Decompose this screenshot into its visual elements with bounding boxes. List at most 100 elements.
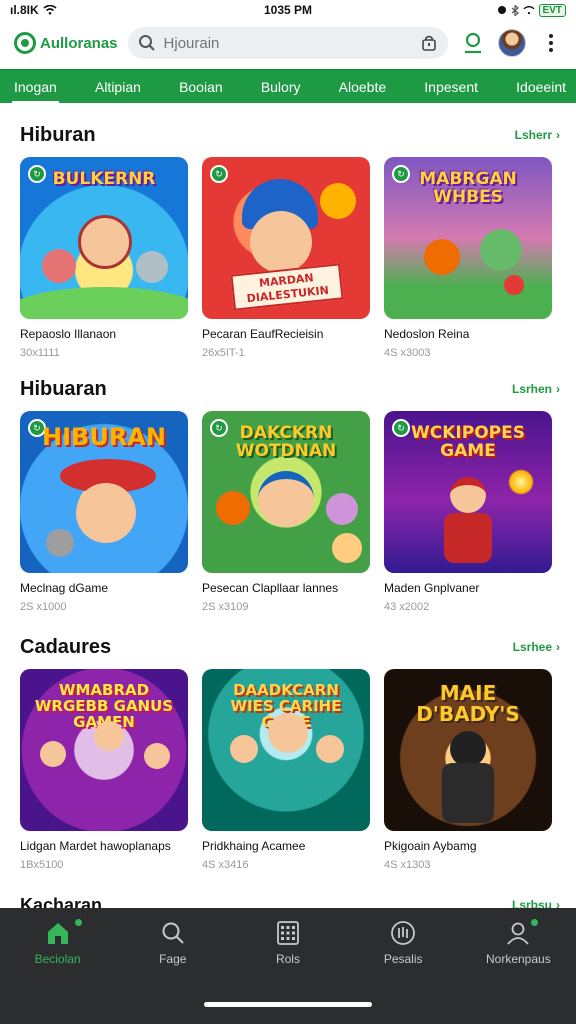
game-meta: 30x1111 (20, 347, 60, 359)
see-more-link[interactable]: Lsrhen › (512, 382, 560, 396)
game-card[interactable]: DAADKCARN WIES CARIHE GAME Pridkhaing Ac… (202, 669, 370, 871)
character-figure (76, 483, 136, 543)
tab-inogan[interactable]: Inogan (12, 70, 59, 104)
game-thumbnail[interactable]: ↻ DAKCKRN WOTDNAN (202, 411, 370, 573)
character-figure (480, 229, 522, 271)
search-icon (138, 35, 155, 51)
tab-altipian[interactable]: Altipian (95, 70, 141, 104)
thumbnail-banner: MARDAN DIALESTUKIN (230, 263, 344, 311)
game-title: Pkigoain Aybamg (384, 839, 477, 853)
character-figure (136, 251, 168, 283)
character-figure (42, 249, 76, 283)
character-figure (94, 721, 124, 751)
game-card[interactable]: ↻ HIBURAN Meclnag dGame 2S x1000 (20, 411, 188, 613)
game-meta: 4S x3416 (202, 859, 249, 871)
home-indicator[interactable] (204, 1002, 372, 1007)
game-thumbnail[interactable]: ↻ MABRGAN WHBES (384, 157, 552, 319)
section-hibuaran: Hibuaran Lsrhen › ↻ HIBURAN Meclnag dGame… (0, 373, 576, 613)
game-card[interactable]: ↻ WCKIPOPES GAME Maden Gnplvaner 43 x200… (384, 411, 552, 613)
game-title: Meclnag dGame (20, 581, 109, 595)
game-card[interactable]: MAIE D'BADY'S Pkigoain Aybamg 4S x1303 (384, 669, 552, 871)
notification-dot (73, 918, 83, 927)
character-figure (78, 215, 132, 269)
character-figure (450, 477, 486, 513)
alarm-icon (497, 6, 506, 14)
category-tabs: Inogan Altipian Booian Bulory Aloebte In… (0, 69, 576, 104)
game-card[interactable]: ↻ MARDAN DIALESTUKIN Pecaran EaufRecieis… (202, 157, 370, 359)
thumbnail-title: BULKERNR (52, 169, 156, 189)
bag-icon[interactable] (420, 34, 438, 52)
game-thumbnail[interactable]: ↻ WCKIPOPES GAME (384, 411, 552, 573)
character-figure (250, 211, 312, 273)
glow-effect (508, 469, 534, 495)
notification-dot (530, 918, 540, 927)
game-thumbnail[interactable]: ↻ MARDAN DIALESTUKIN (202, 157, 370, 319)
character-figure (504, 275, 524, 295)
character-figure (316, 735, 344, 763)
section-header: Hibuaran Lsrhen › (20, 373, 560, 405)
nav-item-search[interactable]: Fage (118, 920, 228, 966)
tab-bulory[interactable]: Bulory (261, 70, 301, 104)
chevron-right-icon: › (556, 382, 560, 396)
user-outline-icon (465, 32, 481, 54)
character-figure (258, 471, 314, 527)
see-more-label: Lsrhee (512, 640, 552, 654)
section-hiburan: Hiburan Lsherr › ↻ BULKERNR Repaoslo Illa… (0, 119, 576, 359)
section-title: Cadaures (20, 635, 112, 658)
game-title: Lidgan Mardet hawoplanaps (20, 839, 171, 853)
logo-icon (14, 32, 36, 54)
status-bar: ıl.8IK 1035 PM EVT (0, 0, 576, 20)
game-thumbnail[interactable]: ↻ BULKERNR (20, 157, 188, 319)
nav-item-grid[interactable]: Rols (233, 920, 343, 966)
game-thumbnail[interactable]: DAADKCARN WIES CARIHE GAME (202, 669, 370, 831)
section-title: Hibuaran (20, 377, 107, 400)
character-figure (46, 529, 74, 557)
nav-item-badges[interactable]: Pesalis (348, 920, 458, 966)
grid-icon (277, 921, 299, 945)
game-title: Pecaran EaufRecieisin (202, 327, 324, 341)
nav-label: Norkenpaus (485, 952, 551, 966)
search-input[interactable] (163, 34, 412, 52)
nav-label: Rols (275, 952, 300, 966)
character-figure (268, 713, 308, 753)
logo-text: Aulloranas (40, 34, 118, 52)
wifi-icon (522, 5, 535, 14)
game-card[interactable]: ↻ MABRGAN WHBES Nedoslon Reina 4S x3003 (384, 157, 552, 359)
game-card[interactable]: ↻ BULKERNR Repaoslo Illanaon 30x1111 (20, 157, 188, 359)
see-more-link[interactable]: Lsherr › (515, 128, 560, 142)
game-thumbnail[interactable]: MAIE D'BADY'S (384, 669, 552, 831)
nav-item-profile[interactable]: Norkenpaus (463, 918, 573, 966)
game-title: Pesecan Clapllaar lannes (202, 581, 339, 595)
nav-label: Pesalis (383, 952, 423, 966)
status-left: ıl.8IK (10, 3, 57, 17)
nav-label: Fage (159, 952, 187, 966)
see-more-label: Lsrhen (511, 382, 552, 396)
section-title: Hiburan (20, 123, 96, 146)
avatar[interactable] (498, 29, 526, 57)
see-more-label: Lsherr (514, 128, 552, 142)
nav-item-home[interactable]: Beciolan (3, 918, 113, 966)
character-figure (230, 735, 258, 763)
character-figure (40, 741, 66, 767)
main-content[interactable]: Hiburan Lsherr › ↻ BULKERNR Repaoslo Illa… (0, 103, 576, 923)
tab-booian[interactable]: Booian (179, 70, 223, 104)
game-meta: 4S x1303 (384, 859, 431, 871)
game-meta: 26x5IT-1 (202, 347, 245, 359)
tab-aloebte[interactable]: Aloebte (339, 70, 386, 104)
tab-idoeeint[interactable]: Idoeeint (516, 70, 566, 104)
nav-label: Beciolan (34, 952, 81, 966)
game-card[interactable]: ↻ DAKCKRN WOTDNAN Pesecan Clapllaar lann… (202, 411, 370, 613)
more-options-button[interactable] (536, 28, 566, 58)
game-meta: 1Bx5100 (20, 859, 64, 871)
see-more-link[interactable]: Lsrhee › (513, 640, 560, 654)
character-figure (450, 731, 486, 767)
game-card[interactable]: WMABRAD WRGEBB GANUS GAMEN Lidgan Mardet… (20, 669, 188, 871)
game-title: Pridkhaing Acamee (202, 839, 306, 853)
tab-inpesent[interactable]: Inpesent (424, 70, 478, 104)
search-bar[interactable] (127, 27, 448, 59)
game-thumbnail[interactable]: ↻ HIBURAN (20, 411, 188, 573)
game-thumbnail[interactable]: WMABRAD WRGEBB GANUS GAMEN (20, 669, 188, 831)
app-logo[interactable]: Aulloranas (14, 32, 118, 54)
account-button[interactable] (458, 28, 488, 58)
game-title: Repaoslo Illanaon (20, 327, 117, 341)
